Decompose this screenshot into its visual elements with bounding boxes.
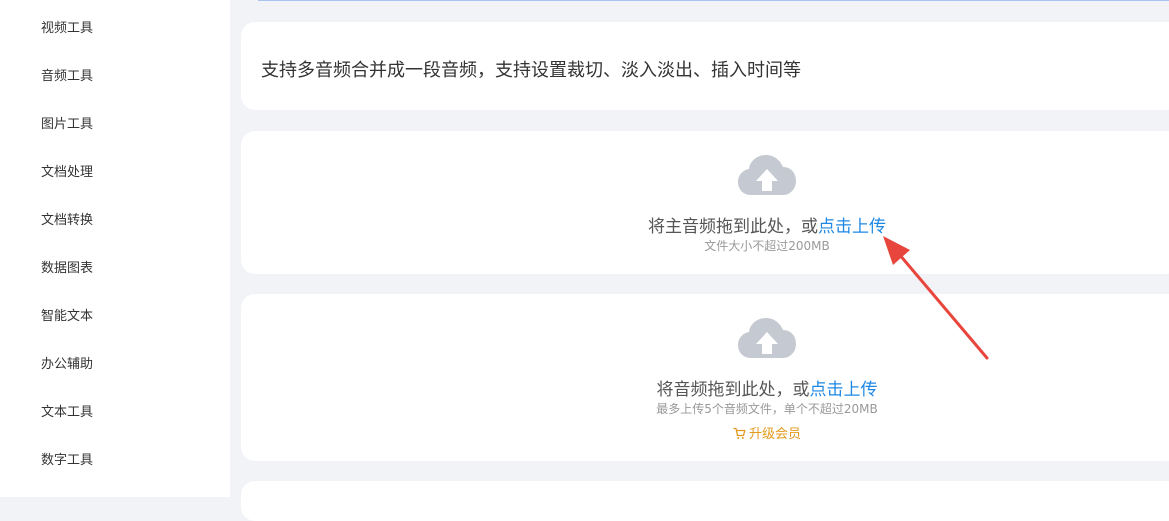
tool-description: 支持多音频合并成一段音频，支持设置裁切、淡入淡出、插入时间等	[261, 60, 801, 81]
next-card	[241, 481, 1169, 521]
main-audio-upload-card: 将主音频拖到此处，或点击上传 文件大小不超过200MB	[241, 131, 1169, 274]
audio-upload-limit-hint: 最多上传5个音频文件，单个不超过20MB	[656, 402, 878, 416]
cloud-upload-icon	[738, 155, 796, 195]
sidebar-item-data-charts[interactable]: 数据图表	[41, 261, 93, 277]
main-audio-dropzone[interactable]: 将主音频拖到此处，或点击上传 文件大小不超过200MB	[241, 131, 1169, 274]
audio-upload-text: 将音频拖到此处，或	[656, 380, 810, 400]
main-upload-click-link[interactable]: 点击上传	[818, 217, 886, 237]
main-upload-text: 将主音频拖到此处，或	[648, 217, 818, 237]
top-accent-line	[258, 0, 1169, 1]
sidebar-item-video-tools[interactable]: 视频工具	[41, 21, 93, 37]
cloud-upload-icon	[738, 318, 796, 358]
sidebar-item-text-tools[interactable]: 文本工具	[41, 405, 93, 421]
sidebar-item-image-tools[interactable]: 图片工具	[41, 117, 93, 133]
upgrade-row: 升级会员	[241, 423, 1169, 442]
audio-upload-prompt: 将音频拖到此处，或点击上传	[241, 375, 1169, 400]
audio-dropzone[interactable]: 将音频拖到此处，或点击上传 最多上传5个音频文件，单个不超过20MB 升级会员	[241, 294, 1169, 461]
sidebar-item-document-processing[interactable]: 文档处理	[41, 165, 93, 181]
sidebar-item-office-assist[interactable]: 办公辅助	[41, 357, 93, 373]
upgrade-member-label: 升级会员	[748, 427, 801, 442]
upgrade-member-link[interactable]: 升级会员	[733, 427, 801, 442]
description-card: 支持多音频合并成一段音频，支持设置裁切、淡入淡出、插入时间等	[241, 22, 1169, 110]
sidebar-item-audio-tools[interactable]: 音频工具	[41, 69, 93, 85]
sidebar-item-smart-text[interactable]: 智能文本	[41, 309, 93, 325]
sidebar-item-number-tools[interactable]: 数字工具	[41, 453, 93, 469]
audio-upload-card: 将音频拖到此处，或点击上传 最多上传5个音频文件，单个不超过20MB 升级会员	[241, 294, 1169, 461]
shopping-cart-icon	[733, 427, 746, 439]
audio-upload-click-link[interactable]: 点击上传	[810, 380, 878, 400]
sidebar-item-document-conversion[interactable]: 文档转换	[41, 213, 93, 229]
main-upload-prompt: 将主音频拖到此处，或点击上传	[241, 212, 1169, 237]
sidebar: 视频工具 音频工具 图片工具 文档处理 文档转换 数据图表 智能文本 办公辅助 …	[0, 0, 230, 497]
main-upload-size-hint: 文件大小不超过200MB	[704, 239, 830, 253]
